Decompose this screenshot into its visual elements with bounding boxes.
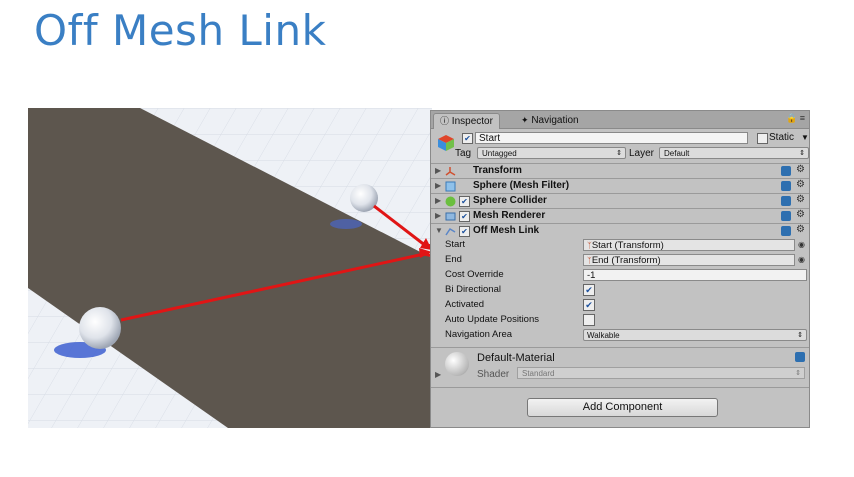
mesh-filter-icon — [445, 181, 456, 192]
layer-label: Layer — [629, 148, 655, 159]
navigation-area-dropdown[interactable]: Walkable ⇕ — [583, 329, 807, 341]
component-title: Mesh Renderer — [473, 210, 546, 221]
help-icon[interactable] — [781, 211, 791, 221]
bi-directional-label: Bi Directional — [445, 284, 501, 295]
material-preview-sphere — [445, 352, 469, 376]
gear-icon[interactable]: ⚙ — [796, 224, 805, 235]
object-picker-icon[interactable]: ◉ — [798, 240, 805, 249]
navigation-area-label: Navigation Area — [445, 329, 513, 340]
start-field[interactable]: ᛉStart (Transform) — [583, 239, 795, 251]
object-picker-icon[interactable]: ◉ — [798, 255, 805, 264]
layer-dropdown[interactable]: Default ⇕ — [659, 147, 809, 159]
navigation-area-value: Walkable — [587, 331, 620, 340]
gear-icon[interactable]: ⚙ — [796, 194, 805, 205]
component-enabled-checkbox[interactable]: ✔ — [459, 226, 470, 237]
gear-icon[interactable]: ⚙ — [796, 179, 805, 190]
off-mesh-link-properties: Start ᛉStart (Transform) ◉ End ᛉEnd (Tra… — [431, 238, 809, 346]
help-icon[interactable] — [795, 352, 805, 362]
help-icon[interactable] — [781, 226, 791, 236]
tag-value: Untagged — [482, 149, 517, 158]
off-mesh-link-icon — [445, 227, 456, 236]
inspector-panel: ⓘ Inspector ✦ Navigation 🔒 ≡ ✔ Start Sta… — [430, 110, 810, 428]
active-checkbox[interactable]: ✔ — [462, 133, 473, 144]
activated-checkbox[interactable]: ✔ — [583, 299, 595, 311]
tab-navigation-label: Navigation — [531, 115, 579, 126]
divider — [431, 387, 809, 388]
end-field[interactable]: ᛉEnd (Transform) — [583, 254, 795, 266]
game-object-cube-icon — [438, 135, 454, 151]
info-icon: ⓘ — [440, 116, 450, 126]
gear-icon[interactable]: ⚙ — [796, 164, 805, 175]
start-label: Start — [445, 239, 466, 250]
end-label: End — [445, 254, 462, 265]
start-value: Start (Transform) — [591, 240, 664, 251]
tab-inspector-label: Inspector — [451, 116, 493, 127]
dropdown-arrow-icon: ⇕ — [795, 370, 801, 377]
transform-icon — [445, 167, 456, 176]
game-object-header: ✔ Start Static ▼ Tag Untagged ⇕ Layer De… — [435, 131, 809, 167]
component-title: Off Mesh Link — [473, 225, 540, 236]
expand-arrow-icon[interactable]: ▶ — [435, 370, 441, 379]
shader-value: Standard — [522, 369, 555, 378]
material-name: Default-Material — [477, 352, 555, 364]
dropdown-arrow-icon: ⇕ — [799, 150, 805, 157]
end-value: End (Transform) — [591, 255, 661, 266]
auto-update-checkbox[interactable] — [583, 314, 595, 326]
cost-override-label: Cost Override — [445, 269, 504, 280]
gear-icon[interactable]: ⚙ — [796, 209, 805, 220]
component-mesh-renderer[interactable]: ▶ ✔ Mesh Renderer ⚙ — [431, 208, 809, 224]
expand-arrow-icon[interactable]: ▶ — [435, 211, 441, 220]
shader-dropdown[interactable]: Standard ⇕ — [517, 367, 805, 379]
material-section: ▶ Default-Material Shader Standard ⇕ — [431, 347, 809, 386]
expand-arrow-icon[interactable]: ▶ — [435, 196, 441, 205]
cost-override-field[interactable]: -1 — [583, 269, 807, 281]
menu-icon[interactable]: ≡ — [800, 113, 805, 123]
tag-dropdown[interactable]: Untagged ⇕ — [477, 147, 626, 159]
layer-value: Default — [664, 149, 690, 158]
static-checkbox[interactable] — [757, 133, 768, 144]
activated-label: Activated — [445, 299, 485, 310]
tab-menu-icons[interactable]: 🔒 ≡ — [786, 113, 805, 124]
component-title: Transform — [473, 165, 522, 176]
expand-arrow-icon[interactable]: ▶ — [435, 166, 441, 175]
help-icon[interactable] — [781, 166, 791, 176]
tab-inspector[interactable]: ⓘ Inspector — [433, 113, 500, 129]
static-label: Static — [769, 132, 795, 143]
inspector-tabbar: ⓘ Inspector ✦ Navigation 🔒 ≡ — [431, 111, 809, 129]
dropdown-arrow-icon: ⇕ — [616, 150, 622, 157]
mesh-renderer-icon — [445, 212, 456, 221]
add-component-button[interactable]: Add Component — [527, 398, 718, 417]
tab-navigation[interactable]: ✦ Navigation — [515, 113, 585, 128]
component-title: Sphere (Mesh Filter) — [473, 180, 570, 191]
component-sphere-collider[interactable]: ▶ ✔ Sphere Collider ⚙ — [431, 193, 809, 209]
object-name-field[interactable]: Start — [475, 132, 748, 144]
component-transform[interactable]: ▶ Transform ⚙ — [431, 163, 809, 179]
collapse-arrow-icon[interactable]: ▼ — [435, 226, 443, 235]
shader-label: Shader — [477, 369, 510, 380]
component-title: Sphere Collider — [473, 195, 547, 206]
component-off-mesh-link[interactable]: ▼ ✔ Off Mesh Link ⚙ — [431, 223, 809, 239]
component-mesh-filter[interactable]: ▶ Sphere (Mesh Filter) ⚙ — [431, 178, 809, 194]
expand-arrow-icon[interactable]: ▶ — [435, 181, 441, 190]
sphere-collider-icon — [445, 196, 456, 207]
bi-directional-checkbox[interactable]: ✔ — [583, 284, 595, 296]
help-icon[interactable] — [781, 196, 791, 206]
help-icon[interactable] — [781, 181, 791, 191]
component-enabled-checkbox[interactable]: ✔ — [459, 211, 470, 222]
lock-icon[interactable]: 🔒 — [786, 113, 797, 123]
dropdown-arrow-icon: ⇕ — [797, 332, 803, 339]
component-enabled-checkbox[interactable]: ✔ — [459, 196, 470, 207]
tag-label: Tag — [455, 148, 472, 159]
auto-update-label: Auto Update Positions — [445, 314, 540, 325]
static-dropdown-icon[interactable]: ▼ — [801, 133, 809, 142]
navigation-icon: ✦ — [521, 115, 529, 125]
